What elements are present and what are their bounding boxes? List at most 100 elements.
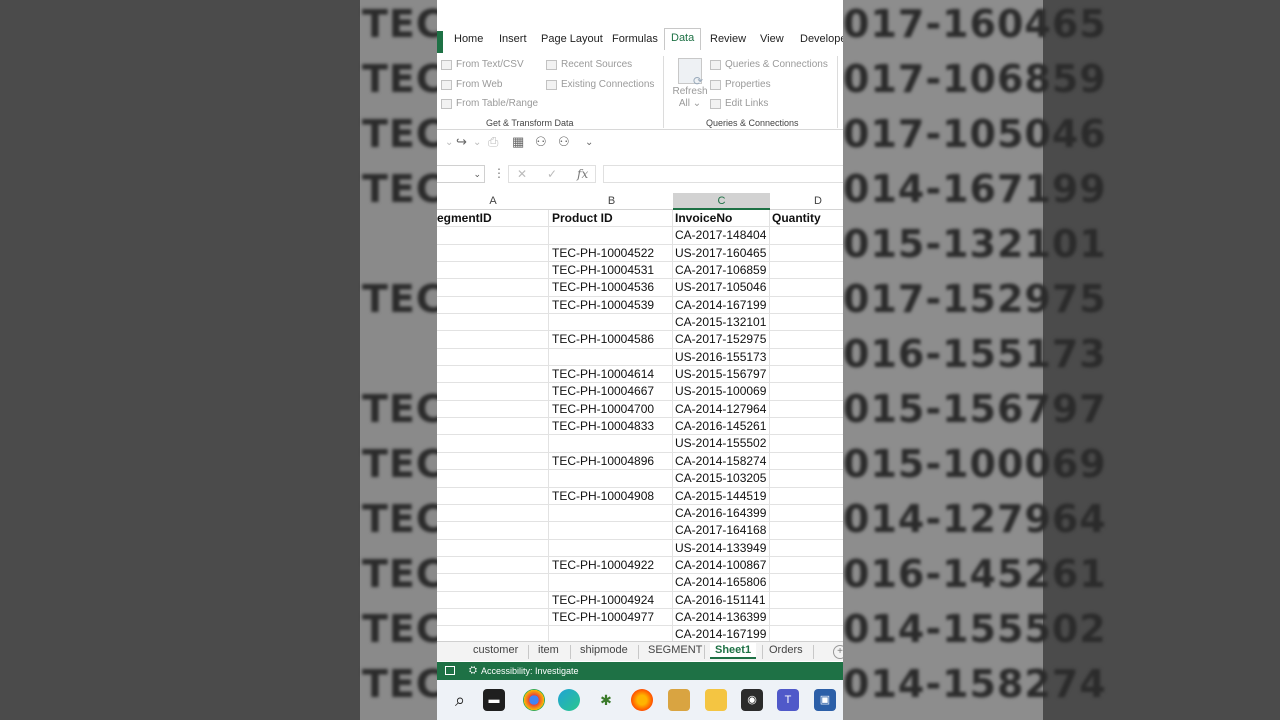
redo-dropdown-icon[interactable]: ⌄ (473, 137, 481, 148)
cell[interactable]: CA-2017-152975 (673, 331, 770, 349)
cell[interactable] (437, 487, 549, 505)
cell[interactable]: TEC-PH-10004586 (550, 331, 673, 349)
cell[interactable] (437, 366, 549, 384)
search-icon[interactable]: ⌕ (449, 689, 471, 711)
tab-developer[interactable]: Develope (800, 33, 843, 45)
tab-view[interactable]: View (760, 33, 784, 45)
tab-home[interactable]: Home (454, 33, 483, 45)
cell[interactable] (437, 418, 549, 436)
edge-icon[interactable] (558, 689, 580, 711)
from-text-csv-button[interactable]: From Text/CSV (441, 59, 524, 70)
cell[interactable]: CA-2014-158274 (673, 452, 770, 470)
column-header-d[interactable]: D (770, 195, 843, 207)
cell[interactable] (437, 383, 549, 401)
cell[interactable] (550, 348, 673, 366)
cell[interactable]: US-2014-155502 (673, 435, 770, 453)
cell[interactable] (437, 591, 549, 609)
cell[interactable] (550, 227, 673, 245)
queries-connections-button[interactable]: Queries & Connections (710, 59, 828, 70)
cell[interactable] (550, 470, 673, 488)
cell[interactable] (770, 314, 843, 331)
cell[interactable]: CA-2014-167199 (673, 296, 770, 314)
column-header-c[interactable]: C (673, 193, 770, 210)
redo-icon[interactable]: ↪ (456, 134, 467, 150)
cell[interactable] (550, 435, 673, 453)
sheet-tab-orders[interactable]: Orders (769, 644, 803, 656)
cell[interactable]: InvoiceNo (673, 210, 770, 227)
column-header-b[interactable]: B (550, 195, 673, 207)
store-icon[interactable] (668, 689, 690, 711)
cell[interactable] (437, 539, 549, 557)
sheet-tab-sheet1[interactable]: Sheet1 (710, 643, 757, 659)
chrome-icon[interactable] (523, 689, 545, 711)
check-icon[interactable]: ✓ (547, 167, 557, 181)
cell[interactable]: CA-2014-136399 (673, 608, 770, 626)
cell[interactable] (770, 227, 843, 244)
hierarchy-icon[interactable]: ⚇ (558, 134, 570, 150)
firefox-icon[interactable] (631, 689, 653, 711)
cell[interactable]: Quantity (770, 210, 843, 227)
properties-button[interactable]: Properties (710, 79, 771, 90)
sheet-tab-customer[interactable]: customer (473, 644, 518, 656)
cell[interactable]: TEC-PH-10004614 (550, 366, 673, 384)
cell[interactable]: TEC-PH-10004924 (550, 591, 673, 609)
cell[interactable]: TEC-PH-10004896 (550, 452, 673, 470)
camera-icon[interactable]: ◉ (741, 689, 763, 711)
from-table-range-button[interactable]: From Table/Range (441, 98, 538, 109)
cell[interactable] (770, 297, 843, 314)
cell[interactable]: CA-2014-165806 (673, 574, 770, 592)
cell[interactable]: egmentID (437, 210, 549, 227)
cell[interactable] (437, 262, 549, 280)
sheet-tab-shipmode[interactable]: shipmode (580, 644, 628, 656)
cell[interactable]: US-2016-155173 (673, 348, 770, 366)
cell[interactable] (770, 592, 843, 609)
cell[interactable] (550, 504, 673, 522)
file-explorer-black-icon[interactable]: ▬ (483, 689, 505, 711)
cell[interactable] (770, 245, 843, 262)
cell[interactable]: TEC-PH-10004539 (550, 296, 673, 314)
cell[interactable] (437, 556, 549, 574)
cell[interactable]: US-2015-156797 (673, 366, 770, 384)
cell[interactable]: CA-2017-106859 (673, 262, 770, 280)
cell[interactable]: US-2014-133949 (673, 539, 770, 557)
cell[interactable] (437, 348, 549, 366)
cell[interactable] (770, 279, 843, 296)
more-icon[interactable]: ⌄ (585, 137, 593, 148)
cell[interactable] (770, 557, 843, 574)
cell[interactable] (437, 608, 549, 626)
cell[interactable] (437, 279, 549, 297)
cell[interactable] (770, 262, 843, 279)
cell[interactable] (437, 574, 549, 592)
cell[interactable]: CA-2017-148404 (673, 227, 770, 245)
cell[interactable] (437, 244, 549, 262)
cell[interactable]: TEC-PH-10004908 (550, 487, 673, 505)
tab-page-layout[interactable]: Page Layout (541, 33, 603, 45)
cancel-icon[interactable]: ✕ (517, 167, 527, 181)
cell[interactable] (437, 227, 549, 245)
cell[interactable] (770, 574, 843, 591)
cell[interactable]: CA-2014-100867 (673, 556, 770, 574)
cell[interactable]: CA-2015-132101 (673, 314, 770, 332)
cell[interactable] (550, 314, 673, 332)
cell[interactable] (437, 435, 549, 453)
cell[interactable] (437, 400, 549, 418)
cell[interactable] (770, 505, 843, 522)
cell[interactable]: CA-2016-164399 (673, 504, 770, 522)
cell[interactable]: TEC-PH-10004667 (550, 383, 673, 401)
tab-review[interactable]: Review (710, 33, 746, 45)
cell[interactable]: CA-2016-145261 (673, 418, 770, 436)
cell[interactable]: TEC-PH-10004536 (550, 279, 673, 297)
cell[interactable]: TEC-PH-10004522 (550, 244, 673, 262)
teams-icon[interactable]: T (777, 689, 799, 711)
tab-insert[interactable]: Insert (499, 33, 527, 45)
cell[interactable] (437, 470, 549, 488)
cell[interactable]: CA-2015-103205 (673, 470, 770, 488)
cell[interactable]: CA-2014-127964 (673, 400, 770, 418)
name-box[interactable]: ⌄ (437, 165, 485, 183)
edit-links-button[interactable]: Edit Links (710, 98, 768, 109)
cell[interactable] (770, 488, 843, 505)
cell[interactable]: CA-2015-144519 (673, 487, 770, 505)
cell[interactable]: US-2017-105046 (673, 279, 770, 297)
cell[interactable] (770, 331, 843, 348)
cell[interactable] (437, 331, 549, 349)
